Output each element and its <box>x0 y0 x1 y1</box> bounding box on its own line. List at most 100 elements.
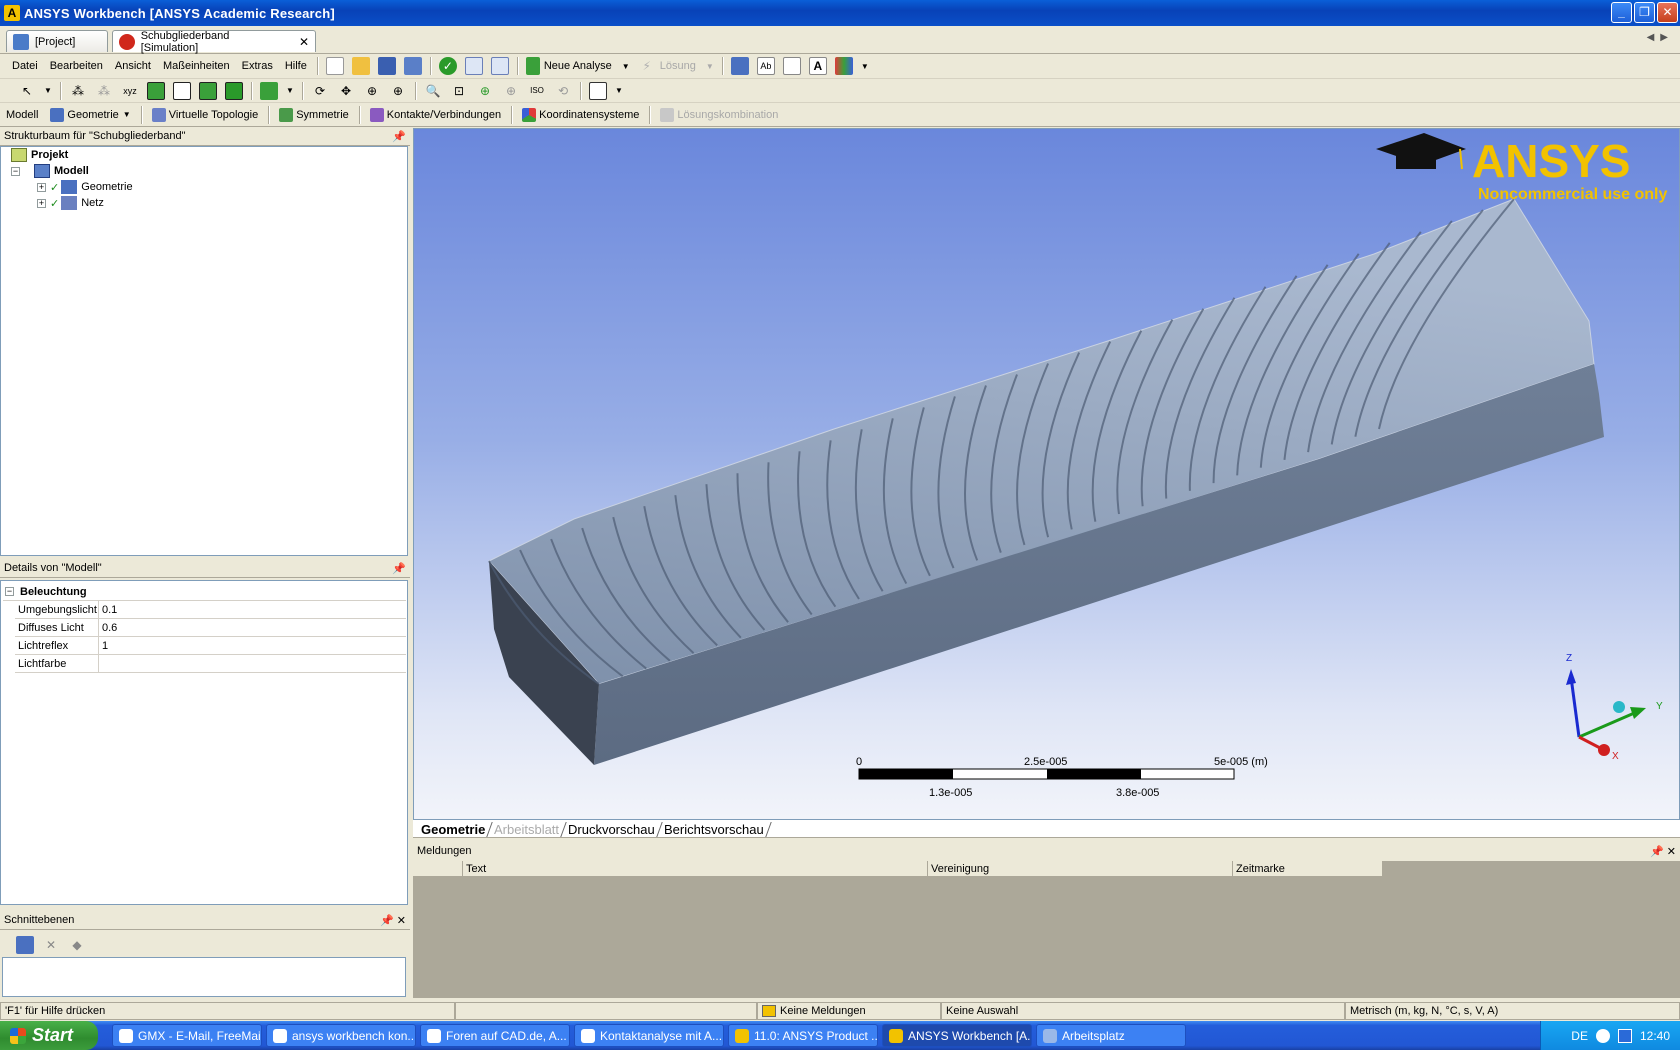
save-as-icon[interactable] <box>403 57 422 75</box>
close-button[interactable]: ✕ <box>1657 2 1678 23</box>
select-vertex-icon[interactable]: ⁂ <box>69 82 87 100</box>
menu-edit[interactable]: Bearbeiten <box>44 60 109 72</box>
text-icon[interactable]: A <box>808 57 827 75</box>
close-icon[interactable]: ✕ <box>1667 846 1676 858</box>
display-icon[interactable] <box>834 57 853 75</box>
close-icon[interactable]: ✕ <box>397 915 406 927</box>
tree-item-model[interactable]: − Modell <box>11 163 89 179</box>
box-zoom-icon[interactable]: ⊕ <box>389 82 407 100</box>
tab-report-preview[interactable]: Berichtsvorschau <box>657 822 772 837</box>
tab-print-preview[interactable]: Druckvorschau <box>561 822 663 837</box>
messages-table[interactable]: Text Vereinigung Zeitmarke <box>413 861 1680 998</box>
open-icon[interactable] <box>351 57 370 75</box>
chevron-down-icon[interactable]: ▼ <box>286 82 294 100</box>
taskbar-item[interactable]: Foren auf CAD.de, A... <box>420 1024 570 1047</box>
details-row[interactable]: Diffuses Licht 0.6 <box>15 619 406 637</box>
column-header[interactable]: Vereinigung <box>928 861 1233 877</box>
new-section-plane-icon[interactable] <box>16 936 34 954</box>
select-box-icon[interactable] <box>225 81 243 100</box>
plane-icon[interactable]: ◆ <box>68 936 86 954</box>
details-row[interactable]: Umgebungslicht 0.1 <box>15 601 406 619</box>
taskbar-item[interactable]: Kontaktanalyse mit A... <box>574 1024 724 1047</box>
annotation-icon[interactable] <box>782 57 801 75</box>
select-xyz-icon[interactable]: xyz <box>121 82 139 100</box>
previous-view-icon[interactable]: ⟲ <box>554 82 572 100</box>
pin-icon[interactable]: 📌 <box>1650 846 1664 858</box>
graphics-viewport[interactable]: ANSYS Noncommercial use only 0 2.5e-005 … <box>413 128 1680 820</box>
language-indicator[interactable]: DE <box>1571 1029 1588 1043</box>
context-contacts[interactable]: Kontakte/Verbindungen <box>364 107 507 122</box>
context-coordinate-systems[interactable]: Koordinatensysteme <box>516 107 645 122</box>
status-messages[interactable]: Keine Meldungen <box>757 1002 941 1020</box>
save-icon[interactable] <box>377 57 396 75</box>
menu-tools[interactable]: Extras <box>236 60 279 72</box>
zoom-fit-icon[interactable]: 🔍 <box>424 82 442 100</box>
model-view[interactable]: ANSYS Noncommercial use only 0 2.5e-005 … <box>414 129 1680 820</box>
tab-scroll-arrows[interactable]: ◀▶ <box>1647 32 1674 43</box>
rotate-icon[interactable]: ⟳ <box>311 82 329 100</box>
chevron-down-icon[interactable]: ▼ <box>622 57 630 75</box>
chevron-down-icon[interactable]: ▼ <box>615 82 623 100</box>
chevron-down-icon[interactable]: ▼ <box>861 57 869 75</box>
tree-item-geometry[interactable]: + ✓ Geometrie <box>37 179 133 195</box>
label-icon[interactable]: Ab <box>756 57 775 75</box>
tray-icon[interactable] <box>1595 1028 1610 1043</box>
menu-view[interactable]: Ansicht <box>109 60 157 72</box>
extend-selection-icon[interactable] <box>260 81 278 100</box>
status-units[interactable]: Metrisch (m, kg, N, °C, s, V, A) <box>1345 1002 1680 1020</box>
taskbar-item[interactable]: 11.0: ANSYS Product ... <box>728 1024 878 1047</box>
new-analysis-icon[interactable] <box>525 57 540 75</box>
axis-triad[interactable] <box>1566 669 1646 756</box>
context-geometry[interactable]: Geometrie ▼ <box>44 107 136 122</box>
zoom-icon[interactable]: ⊕ <box>363 82 381 100</box>
minimize-button[interactable]: _ <box>1611 2 1632 23</box>
select-edge-icon[interactable]: ⁂ <box>95 82 113 100</box>
select-all-icon[interactable] <box>199 81 217 100</box>
close-tab-icon[interactable]: ✕ <box>299 35 309 49</box>
menu-file[interactable]: Datei <box>6 60 44 72</box>
restore-button[interactable]: ❐ <box>1634 2 1655 23</box>
pin-icon[interactable]: 📌 <box>392 130 406 143</box>
expand-icon[interactable]: + <box>37 182 46 192</box>
tray-icon[interactable] <box>1617 1028 1632 1043</box>
pin-icon[interactable]: 📌 <box>392 562 406 575</box>
check-icon[interactable]: ✓ <box>438 57 457 75</box>
tree-item-mesh[interactable]: + ✓ Netz <box>37 195 104 211</box>
iso-view-icon[interactable]: ISO <box>528 82 546 100</box>
new-analysis-button[interactable]: Neue Analyse <box>544 60 612 72</box>
details-row[interactable]: Lichtreflex 1 <box>15 637 406 655</box>
tab-project[interactable]: [Project] <box>6 30 108 52</box>
context-virtual-topology[interactable]: Virtuelle Topologie <box>146 107 265 122</box>
expand-icon[interactable]: + <box>37 198 46 208</box>
tab-worksheet[interactable]: Arbeitsblatt <box>487 822 568 837</box>
select-face-icon[interactable] <box>147 81 165 100</box>
tab-geometry[interactable]: Geometrie <box>414 822 494 837</box>
select-body-icon[interactable] <box>173 81 191 100</box>
magnifier-icon[interactable]: ⊕ <box>502 82 520 100</box>
context-symmetry[interactable]: Symmetrie <box>273 107 355 122</box>
context-solution-combination[interactable]: Lösungskombination <box>654 107 784 122</box>
zoom-box-icon[interactable]: ⊡ <box>450 82 468 100</box>
tab-simulation[interactable]: Schubgliederband [Simulation] ✕ <box>112 30 316 54</box>
cut-planes-list[interactable] <box>2 957 406 997</box>
viewport-layout-icon[interactable] <box>589 81 607 100</box>
collapse-icon[interactable]: − <box>11 166 20 176</box>
details-row[interactable]: Lichtfarbe <box>15 655 406 673</box>
new-icon[interactable] <box>325 57 344 75</box>
menu-units[interactable]: Maßeinheiten <box>157 60 236 72</box>
taskbar-item[interactable]: GMX - E-Mail, FreeMai... <box>112 1024 262 1047</box>
zoom-in-icon[interactable]: ⊕ <box>476 82 494 100</box>
taskbar-item-active[interactable]: ANSYS Workbench [A... <box>882 1024 1032 1047</box>
column-header[interactable] <box>413 861 463 877</box>
collapse-icon[interactable]: − <box>5 587 14 596</box>
taskbar-item[interactable]: ansys workbench kon... <box>266 1024 416 1047</box>
column-header[interactable]: Zeitmarke <box>1233 861 1383 877</box>
delete-icon[interactable]: ✕ <box>42 936 60 954</box>
pin-icon[interactable]: 📌 <box>380 915 394 927</box>
tree-item-project[interactable]: Projekt <box>11 147 68 163</box>
probe-icon[interactable] <box>730 57 749 75</box>
column-header[interactable]: Text <box>463 861 928 877</box>
chevron-down-icon[interactable]: ▼ <box>44 82 52 100</box>
context-model[interactable]: Modell <box>0 109 44 121</box>
worksheet-icon[interactable] <box>490 57 509 75</box>
